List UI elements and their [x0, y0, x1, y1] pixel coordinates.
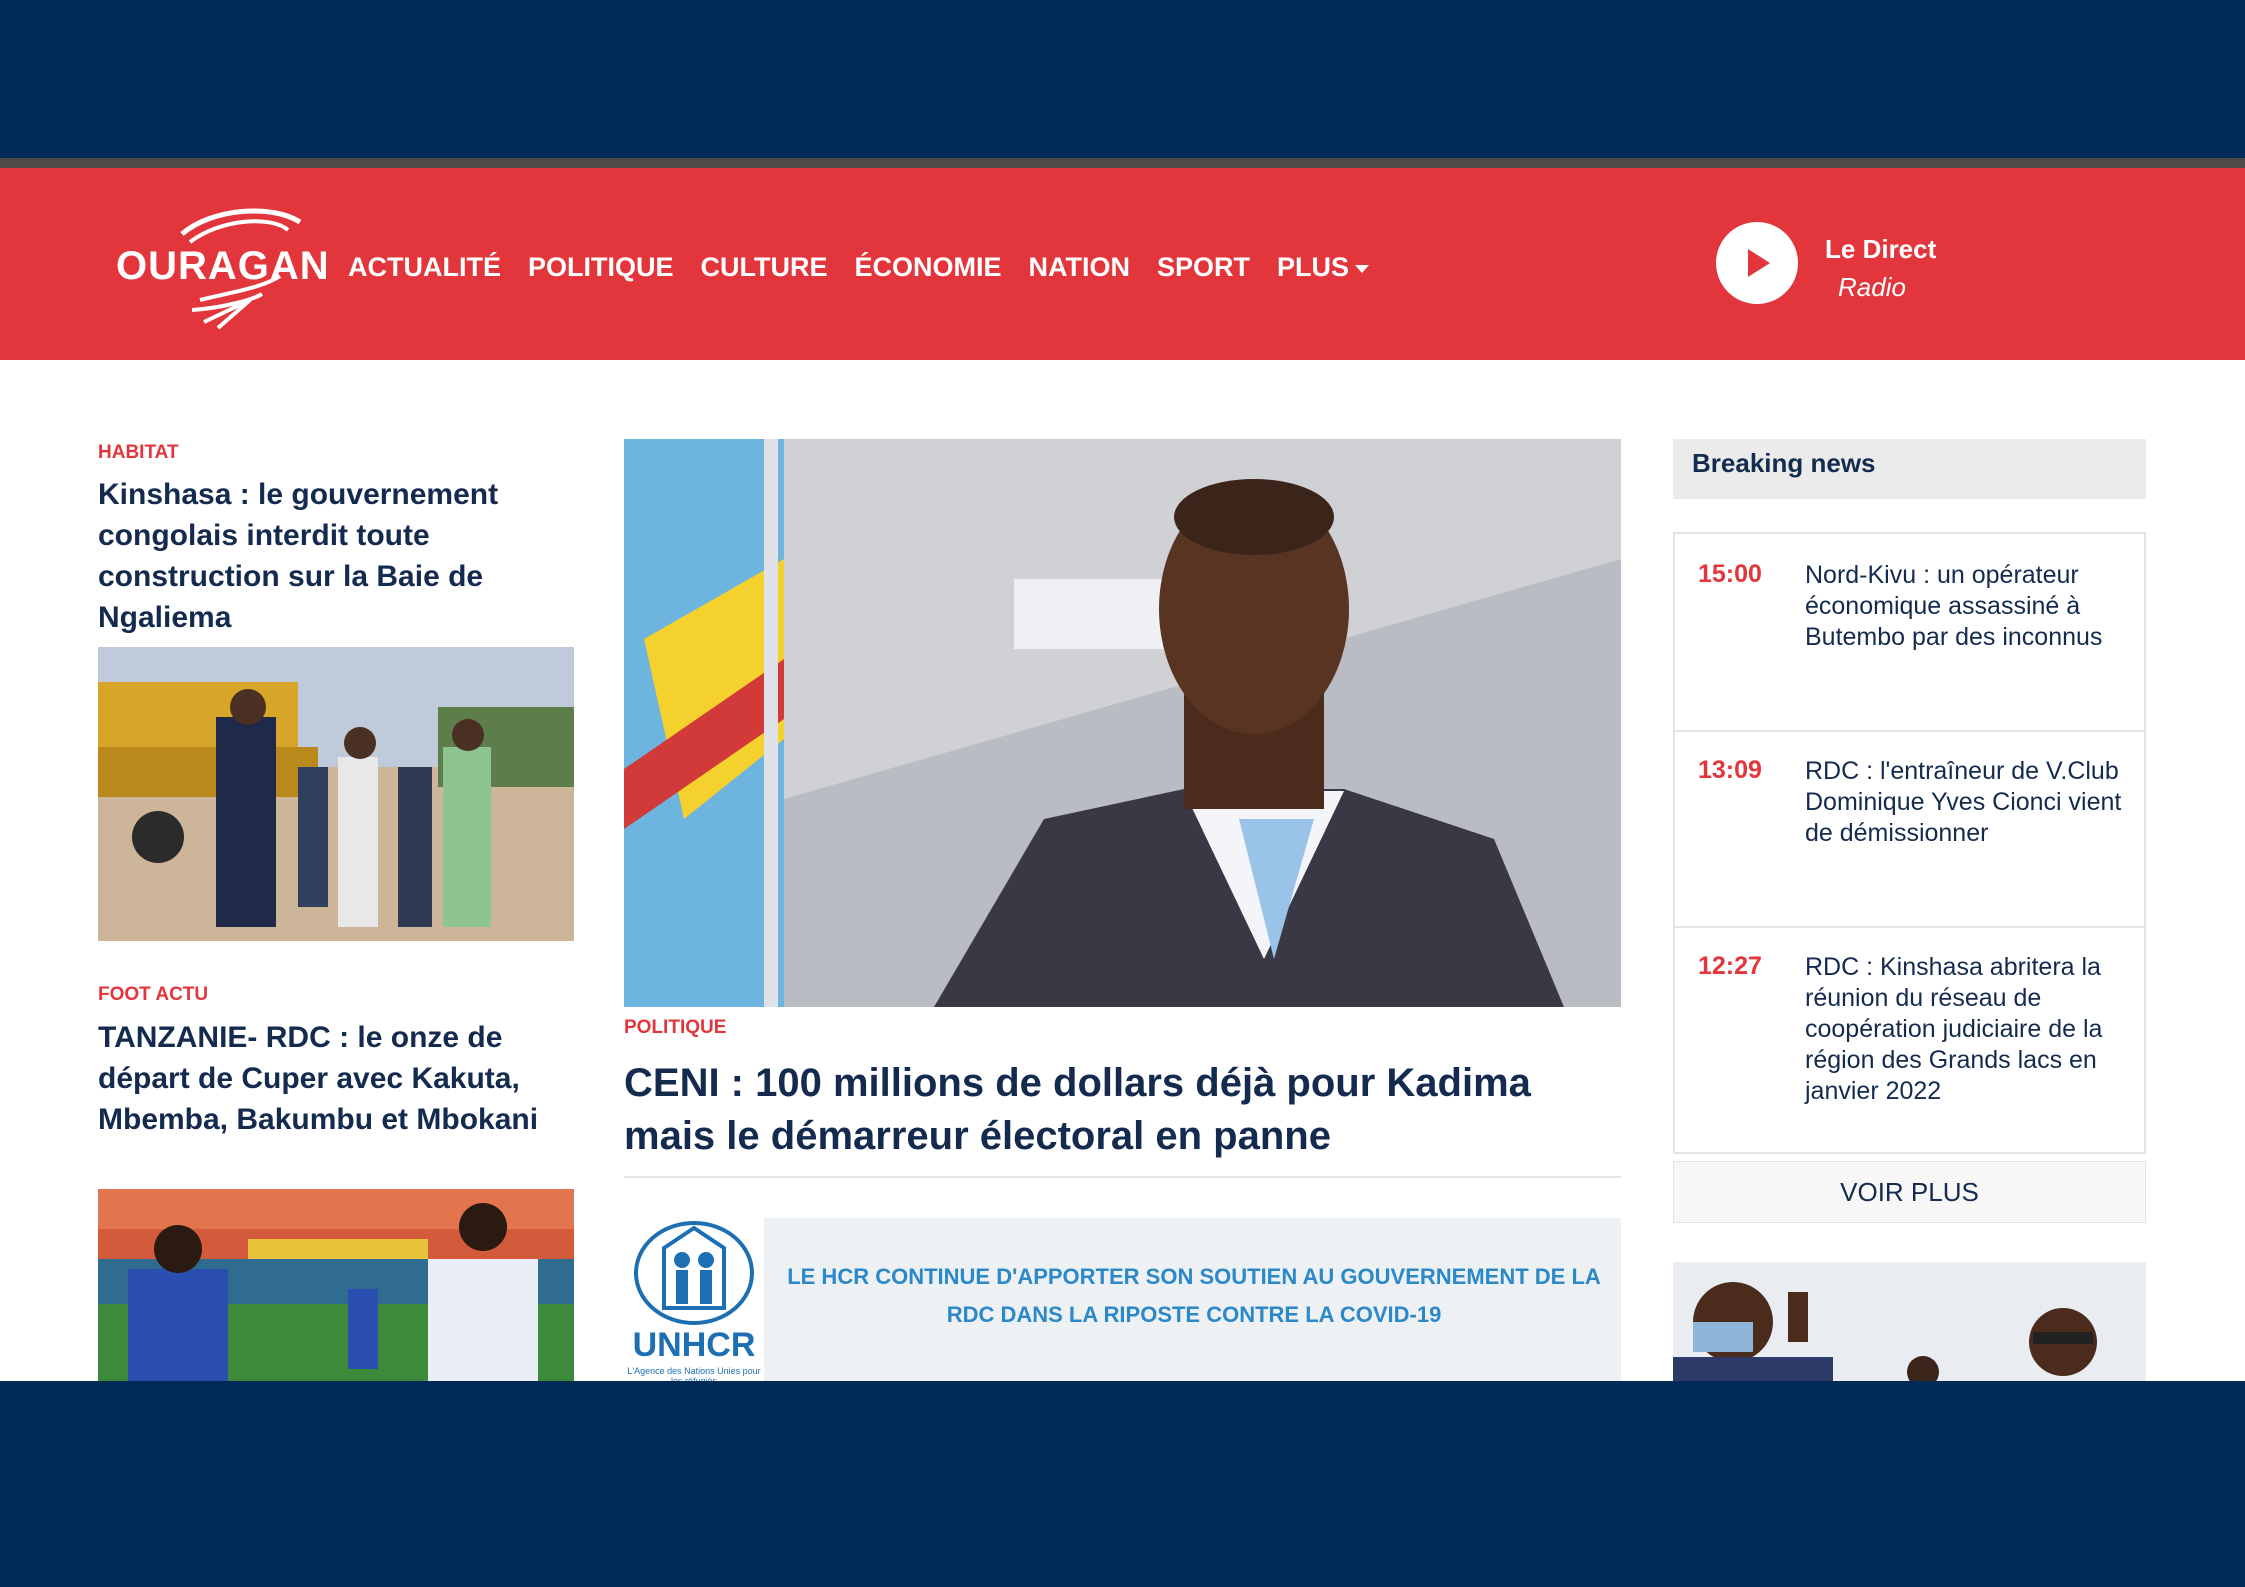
- hero-photo[interactable]: [624, 439, 1621, 1007]
- caret-down-icon: [1355, 264, 1370, 273]
- page-viewport: OURAGAN ACTUALITÉ POLITIQUE CULTURE ÉCON…: [0, 168, 2245, 1381]
- breaking-news-item[interactable]: 12:27 RDC : Kinshasa abritera la réunion…: [1675, 926, 2144, 1122]
- see-more-button[interactable]: VOIR PLUS: [1673, 1161, 2146, 1223]
- nav-nation[interactable]: NATION: [1029, 252, 1131, 283]
- breaking-news-list: 15:00 Nord-Kivu : un opérateur économiqu…: [1673, 532, 2146, 1154]
- article-category[interactable]: POLITIQUE: [624, 1017, 726, 1039]
- nav-plus-label: PLUS: [1277, 252, 1350, 282]
- live-subtitle: Radio: [1838, 272, 1906, 302]
- breaking-news-header: Breaking news: [1673, 439, 2146, 499]
- live-title: Le Direct: [1825, 234, 1937, 264]
- breaking-news-time: 13:09: [1698, 756, 1762, 784]
- article-photo-construction[interactable]: [98, 647, 574, 941]
- main-nav: ACTUALITÉ POLITIQUE CULTURE ÉCONOMIE NAT…: [348, 252, 1370, 283]
- article-category[interactable]: FOOT ACTU: [98, 984, 208, 1006]
- article-title[interactable]: TANZANIE- RDC : le onze de départ de Cup…: [98, 1017, 568, 1140]
- article-category[interactable]: HABITAT: [98, 442, 179, 464]
- nav-economie[interactable]: ÉCONOMIE: [854, 252, 1001, 283]
- divider: [624, 1176, 1621, 1178]
- nav-sport[interactable]: SPORT: [1157, 252, 1250, 283]
- ad-message: LE HCR CONTINUE D'APPORTER SON SOUTIEN A…: [787, 1264, 1601, 1327]
- unhcr-logo: UNHCR L'Agence des Nations Unies pour le…: [624, 1218, 764, 1381]
- nav-politique[interactable]: POLITIQUE: [528, 252, 674, 283]
- breaking-news-title: Breaking news: [1692, 448, 1876, 478]
- nav-plus-dropdown[interactable]: PLUS: [1277, 252, 1370, 283]
- play-icon[interactable]: [1716, 222, 1798, 304]
- browser-divider: [0, 158, 2245, 168]
- article-title[interactable]: Kinshasa : le gouvernement congolais int…: [98, 474, 558, 638]
- article-photo-football[interactable]: [98, 1189, 574, 1381]
- breaking-news-headline: Nord-Kivu : un opérateur économique assa…: [1805, 561, 2103, 651]
- hero-title[interactable]: CENI : 100 millions de dollars déjà pour…: [624, 1057, 1624, 1163]
- bottom-frame: [0, 1381, 2245, 1587]
- unhcr-tagline: L'Agence des Nations Unies pour les réfu…: [627, 1366, 761, 1381]
- site-header: OURAGAN ACTUALITÉ POLITIQUE CULTURE ÉCON…: [0, 168, 2245, 360]
- unhcr-wordmark: UNHCR: [632, 1326, 756, 1364]
- nav-culture[interactable]: CULTURE: [701, 252, 828, 283]
- unhcr-emblem-icon: [634, 1221, 754, 1325]
- live-radio-link[interactable]: Le Direct Radio: [1716, 222, 1986, 306]
- sidebar-article-photo[interactable]: [1673, 1262, 2146, 1381]
- breaking-news-item[interactable]: 13:09 RDC : l'entraîneur de V.Club Domin…: [1675, 730, 2144, 928]
- breaking-news-headline: RDC : l'entraîneur de V.Club Dominique Y…: [1805, 757, 2122, 847]
- breaking-news-headline: RDC : Kinshasa abritera la réunion du ré…: [1805, 953, 2103, 1105]
- breaking-news-time: 15:00: [1698, 560, 1762, 588]
- nav-actualite[interactable]: ACTUALITÉ: [348, 252, 501, 283]
- breaking-news-item[interactable]: 15:00 Nord-Kivu : un opérateur économiqu…: [1675, 534, 2144, 732]
- logo-wordmark: OURAGAN: [116, 244, 330, 288]
- site-logo[interactable]: OURAGAN: [112, 204, 329, 334]
- unhcr-banner-ad[interactable]: UNHCR L'Agence des Nations Unies pour le…: [624, 1218, 1621, 1381]
- breaking-news-time: 12:27: [1698, 952, 1762, 980]
